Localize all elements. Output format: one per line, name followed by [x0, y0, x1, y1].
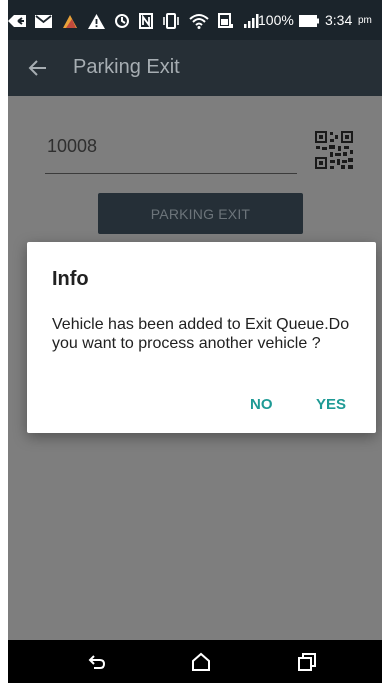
signal-icon	[243, 13, 259, 29]
parking-exit-button[interactable]: PARKING EXIT	[98, 193, 303, 234]
back-button[interactable]	[26, 56, 50, 80]
qr-scan-button[interactable]	[314, 130, 354, 174]
battery-percent: 100%	[258, 12, 294, 28]
recents-icon[interactable]	[296, 651, 318, 673]
sync-icon	[114, 13, 130, 29]
app-notification-icon	[61, 13, 79, 29]
dialog-message: Vehicle has been added to Exit Queue.Do …	[52, 316, 350, 352]
page-title: Parking Exit	[73, 56, 180, 78]
nfc-icon	[139, 13, 153, 29]
back-icon[interactable]	[86, 651, 108, 673]
parking-exit-button-label: PARKING EXIT	[150, 206, 251, 222]
warning-icon	[88, 13, 105, 29]
info-dialog: Info Vehicle has been added to Exit Queu…	[27, 242, 376, 433]
dialog-title: Info	[52, 268, 89, 290]
status-time-suffix: pm	[358, 15, 372, 26]
status-time: 3:34	[325, 12, 353, 28]
mail-icon	[35, 14, 52, 28]
arrow-left-icon	[26, 60, 50, 84]
status-bar: 100% 3:34 pm	[8, 0, 382, 40]
qr-code-icon	[314, 130, 354, 174]
vehicle-number-value: 10008	[47, 136, 98, 156]
back-notification-icon	[8, 14, 26, 28]
navigation-bar	[8, 640, 382, 683]
vibrate-icon	[162, 13, 180, 29]
app-toolbar: Parking Exit	[8, 40, 382, 96]
wifi-icon	[189, 13, 209, 29]
battery-saver-icon	[218, 13, 234, 29]
no-button[interactable]: NO	[250, 396, 273, 413]
yes-button[interactable]: YES	[316, 396, 346, 413]
status-icons	[8, 11, 259, 31]
home-icon[interactable]	[190, 651, 212, 673]
app-screen: 100% 3:34 pm Parking Exit 10008 PARKING …	[8, 0, 382, 683]
battery-icon	[299, 14, 319, 32]
vehicle-number-input[interactable]: 10008	[45, 134, 297, 174]
